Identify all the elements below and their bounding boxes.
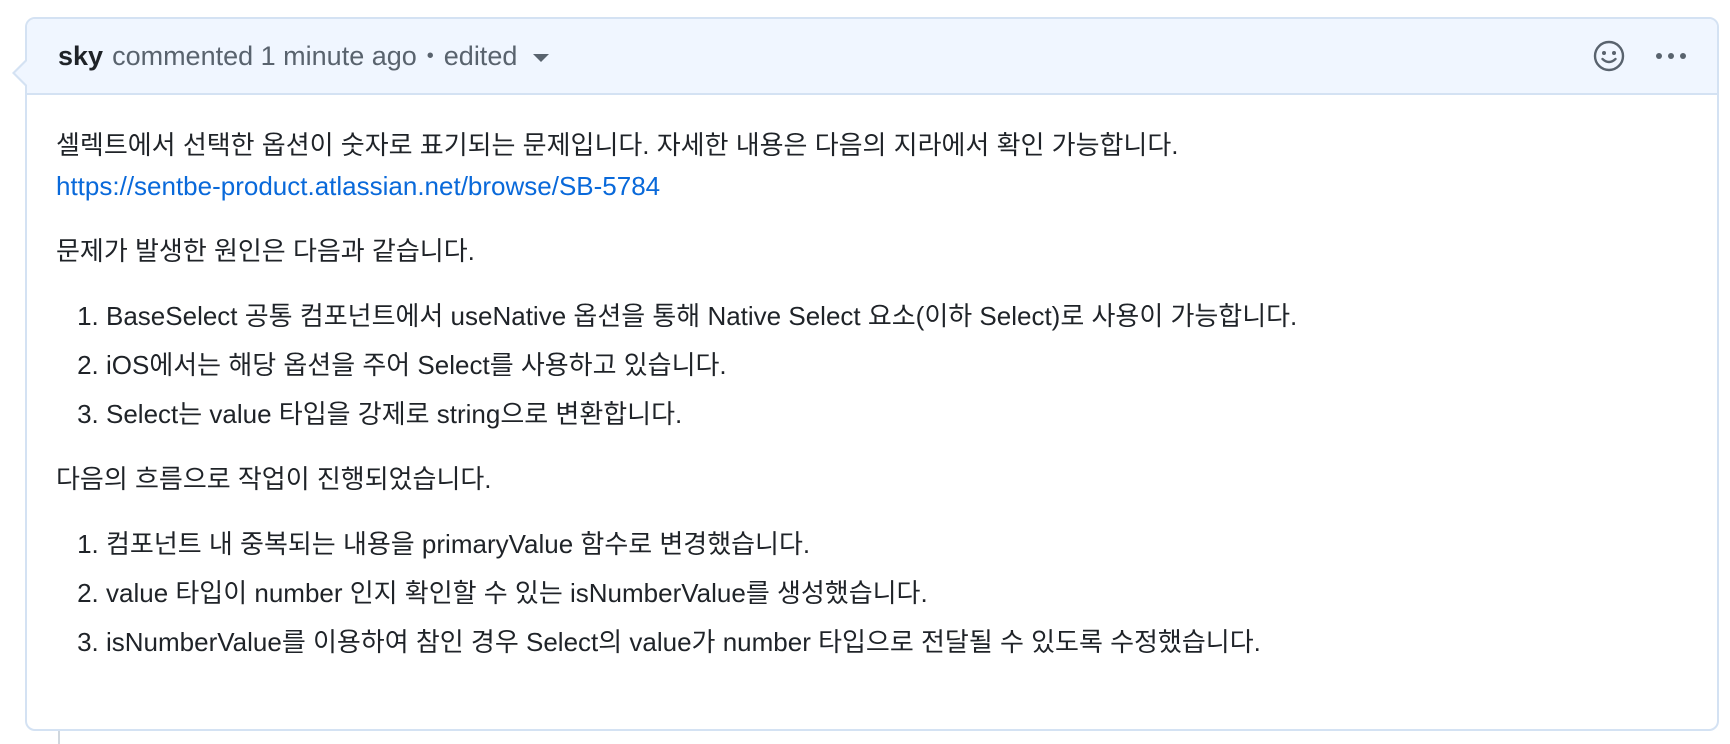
separator-dot: •	[426, 44, 434, 67]
reaction-button[interactable]	[1593, 40, 1625, 72]
header-actions	[1593, 40, 1687, 72]
triangle-down-icon	[533, 54, 550, 62]
comment-action: commented	[112, 40, 254, 71]
edited-dropdown[interactable]: edited	[444, 41, 550, 72]
edited-label: edited	[443, 40, 518, 71]
list-item: iOS에서는 해당 옵션을 주어 Select를 사용하고 있습니다.	[106, 345, 1686, 386]
intro-text: 셀렉트에서 선택한 옵션이 숫자로 표기되는 문제입니다. 자세한 내용은 다음…	[56, 130, 1179, 160]
list-item: value 타입이 number 인지 확인할 수 있는 isNumberVal…	[106, 573, 1686, 614]
kebab-horizontal-icon	[1656, 53, 1686, 59]
more-options-button[interactable]	[1655, 51, 1687, 61]
list-item: BaseSelect 공통 컴포넌트에서 useNative 옵션을 통해 Na…	[106, 296, 1686, 337]
jira-link[interactable]: https://sentbe-product.atlassian.net/bro…	[56, 171, 660, 201]
comment-header: sky commented 1 minute ago • edited	[27, 19, 1717, 95]
cause-heading: 문제가 발생한 원인은 다음과 같습니다.	[56, 236, 475, 266]
list-item: isNumberValue를 이용하여 참인 경우 Select의 value가…	[106, 622, 1686, 663]
smiley-icon	[1593, 40, 1625, 72]
flow-heading: 다음의 흐름으로 작업이 진행되었습니다.	[56, 464, 492, 494]
step-list: 컴포넌트 내 중복되는 내용을 primaryValue 함수로 변경했습니다.…	[56, 524, 1686, 663]
comment-timestamp[interactable]: 1 minute ago	[261, 41, 417, 72]
intro-paragraph: 셀렉트에서 선택한 옵션이 숫자로 표기되는 문제입니다. 자세한 내용은 다음…	[56, 125, 1686, 207]
list-item: Select는 value 타입을 강제로 string으로 변환합니다.	[106, 394, 1686, 435]
comment-card: sky commented 1 minute ago • edited 셀렉트에…	[12, 17, 1719, 731]
author-name[interactable]: sky	[58, 41, 103, 72]
cause-list: BaseSelect 공통 컴포넌트에서 useNative 옵션을 통해 Na…	[56, 296, 1686, 435]
comment-body: 셀렉트에서 선택한 옵션이 숫자로 표기되는 문제입니다. 자세한 내용은 다음…	[27, 95, 1717, 663]
list-item: 컴포넌트 내 중복되는 내용을 primaryValue 함수로 변경했습니다.	[106, 524, 1686, 565]
